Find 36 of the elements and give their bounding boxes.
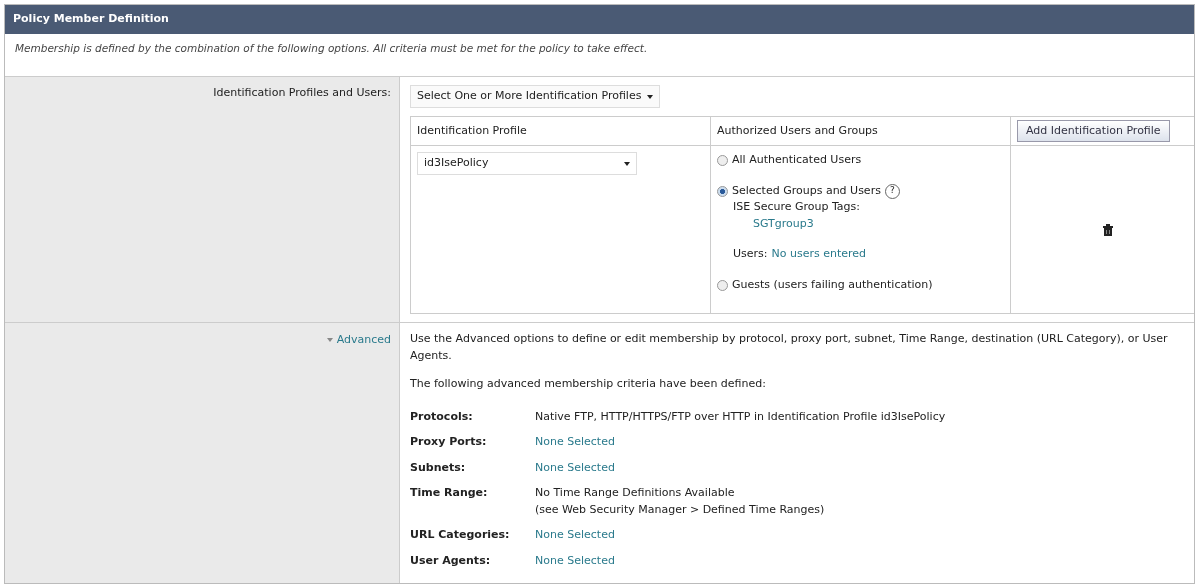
criterion-label: Subnets: bbox=[410, 459, 467, 476]
option-label: Guests (users failing authentication) bbox=[732, 276, 933, 293]
criterion-link[interactable]: None Selected bbox=[535, 460, 615, 474]
add-profile-button[interactable]: Add Identification Profile bbox=[1017, 119, 1170, 143]
subtitle-text: The following advanced membership criteria have been defined: bbox=[410, 376, 767, 393]
profiles-dropdown[interactable]: Select One or More Identification Profiles bbox=[410, 85, 661, 108]
criterion-label: User Agents: bbox=[410, 552, 492, 569]
criterion-link[interactable]: None Selected bbox=[535, 435, 615, 449]
caret-icon bbox=[624, 161, 630, 166]
column-header: Identification Profile bbox=[417, 123, 527, 137]
users-label: Users: bbox=[733, 246, 768, 263]
criterion-link[interactable]: None Selected bbox=[535, 528, 615, 542]
criterion-value: Native FTP, HTTP/HTTPS/FTP over HTTP in Identification Profile id3IsePolicy bbox=[535, 409, 946, 423]
criterion-label: Protocols: bbox=[410, 408, 474, 425]
criterion-link[interactable]: None Selected bbox=[535, 553, 615, 567]
criterion-value: (see Web Security Manager > Defined Time Ranges) bbox=[535, 502, 825, 516]
trash-icon[interactable] bbox=[1102, 223, 1113, 236]
criterion-value: No Time Range Definitions Available bbox=[535, 486, 735, 500]
caret-icon bbox=[647, 94, 654, 99]
tags-label: ISE Secure Group Tags: bbox=[733, 199, 862, 216]
profile-dropdown[interactable]: id3IsePolicy bbox=[417, 152, 637, 175]
radio-button[interactable] bbox=[717, 185, 728, 197]
users-link[interactable]: No users entered bbox=[771, 246, 867, 263]
criterion-label: Proxy Ports: bbox=[410, 434, 488, 451]
intro-text: Use the Advanced options to define or edit membership by protocol, proxy port, subnet, Time Range, destination (URL Category), or User Agents. bbox=[410, 331, 1169, 364]
criterion-label: Time Range: bbox=[410, 485, 489, 502]
tag-link[interactable]: SGTgroup3 bbox=[753, 216, 814, 230]
advanced-toggle[interactable]: Advanced bbox=[326, 332, 391, 349]
field-label: Identification Profiles and Users: bbox=[213, 86, 391, 100]
criterion-label: URL Categories: bbox=[410, 527, 511, 544]
radio-button[interactable] bbox=[717, 279, 728, 291]
option-label: All Authenticated Users bbox=[732, 152, 862, 169]
panel-title: Policy Member Definition bbox=[5, 5, 1194, 34]
radio-button[interactable] bbox=[717, 155, 728, 166]
option-label: Selected Groups and Users bbox=[732, 182, 881, 199]
column-header: Authorized Users and Groups bbox=[717, 123, 878, 137]
